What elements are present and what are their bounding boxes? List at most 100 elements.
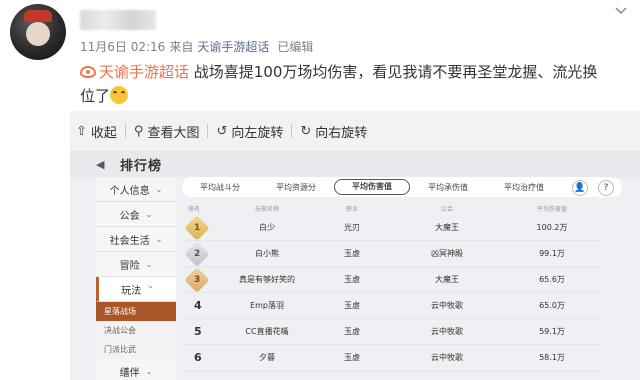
chevron-down-icon: ⌄	[145, 209, 153, 219]
sidebar-item-companion: 缮伴 ⌄	[96, 359, 176, 380]
sidebar-item-label: 缮伴	[119, 367, 140, 379]
sidebar-item-label: 冒险	[119, 260, 140, 272]
player-guild: 凶冥神殿	[431, 249, 463, 258]
rotate-left-label: 向左旋转	[231, 125, 284, 141]
header-damage: 平均伤害值	[536, 205, 567, 213]
leaderboard-title: 排行榜	[120, 159, 163, 174]
post-body-line2: 位了	[80, 87, 111, 105]
collapse-button[interactable]: ⇧ 收起	[76, 122, 117, 141]
player-guild: 大魔王	[435, 223, 459, 232]
player-guild: 云中牧歌	[431, 353, 463, 362]
post-date[interactable]: 11月6日 02:16	[80, 38, 165, 55]
table-row: 4 Emp落羽 玉虚 云中牧歌 65.0万	[182, 293, 602, 319]
sidebar-item-label: 公会	[119, 210, 140, 222]
sidebar-item-label: 社会生活	[109, 235, 150, 247]
player-name: 真是有够好笑的	[239, 275, 295, 284]
search-icon: ⚲	[133, 123, 144, 139]
player-guild: 大魔王	[435, 275, 459, 284]
avatar[interactable]	[10, 4, 66, 60]
sidebar-sub-sect-duel: 门派比武	[96, 340, 176, 359]
divider	[207, 124, 209, 138]
stat-tabs: 平均战斗分 平均资源分 平均伤害值 平均承伤值 平均治疗值	[182, 177, 622, 197]
rank-number: 6	[194, 351, 202, 364]
collapse-label: 收起	[90, 125, 117, 141]
table-row: 2 白小熊 玉虚 凶冥神殿 99.1万	[182, 240, 602, 267]
source-prefix: 来自	[169, 40, 194, 54]
player-job: 玉虚	[344, 353, 360, 362]
game-screenshot[interactable]: ◀︎ 排行榜 个人信息 ⌄ 公会 ⌄ 社会生活 ⌄ 冒险 ⌄ 玩法 ⌃ 星落战场 决战公会…	[70, 151, 640, 380]
player-guild: 云中牧歌	[431, 327, 463, 336]
player-job: 玉虚	[344, 275, 360, 284]
header-rank: 排名	[188, 205, 201, 213]
post-text: 天谕手游超话 战场喜提100万场均伤害，看见我请不要再圣堂龙握、流光换 位了	[80, 60, 620, 108]
arrow-up-icon: ⇧	[76, 123, 87, 139]
divider	[291, 124, 293, 138]
person-icon: 👤	[572, 180, 588, 196]
divider	[124, 124, 126, 138]
player-job: 玉虚	[344, 301, 360, 310]
bronze-medal-icon: 3	[184, 266, 210, 293]
chevron-down-icon: ⌄	[145, 366, 153, 376]
sidebar-item-adventure: 冒险 ⌄	[96, 252, 176, 277]
view-large-button[interactable]: ⚲ 查看大图	[134, 122, 200, 141]
rank-number: 3	[193, 274, 201, 285]
sidebar-item-social: 社会生活 ⌄	[96, 227, 176, 252]
sidebar-item-label: 个人信息	[109, 185, 150, 197]
sidebar-item-label: 玩法	[121, 285, 142, 297]
rotate-right-button[interactable]: ↻ 向右旋转	[300, 122, 367, 141]
gold-medal-icon: 1	[184, 214, 210, 241]
post-body-line1: 战场喜提100万场均伤害，看见我请不要再圣堂龙握、流光换	[193, 63, 598, 81]
player-name: Emp落羽	[250, 301, 284, 310]
rotate-right-icon: ↻	[300, 123, 312, 139]
rank-number: 5	[194, 325, 202, 338]
chevron-down-icon: ⌄	[145, 259, 153, 269]
help-icon: ?	[598, 180, 614, 196]
rank-number: 2	[193, 248, 201, 259]
game-sidebar: 个人信息 ⌄ 公会 ⌄ 社会生活 ⌄ 冒险 ⌄ 玩法 ⌃ 星落战场 决战公会 门派比武 缮…	[96, 177, 176, 380]
chevron-down-icon[interactable]	[614, 4, 628, 18]
player-damage: 65.6万	[539, 275, 565, 284]
tab-avg-heal: 平均治疗值	[504, 182, 544, 192]
sidebar-item-guild: 公会 ⌄	[96, 202, 176, 227]
tab-avg-taken: 平均承伤值	[428, 182, 468, 192]
leaderboard-table: 排名 玩家名称 职业 公会 平均伤害值 1 白少 光刃 大魔王 100.2万 2…	[182, 201, 602, 371]
player-damage: 65.0万	[539, 301, 565, 310]
laugh-emoji-icon	[110, 86, 129, 104]
player-guild: 云中牧歌	[431, 301, 463, 310]
player-name: CC直播花嘴	[245, 327, 289, 336]
sidebar-sub-guild-war: 决战公会	[96, 321, 176, 340]
table-row: 1 白少 光刃 大魔王 100.2万	[182, 214, 602, 241]
rotate-right-label: 向右旋转	[315, 125, 368, 141]
player-name: 白少	[259, 223, 275, 232]
avatar-hat	[24, 10, 52, 22]
table-row: 5 CC直播花嘴 玉虚 云中牧歌 59.1万	[182, 319, 602, 345]
chevron-down-icon: ⌄	[155, 184, 163, 194]
super-topic-icon	[80, 66, 96, 78]
header-name: 玩家名称	[254, 205, 279, 213]
tab-avg-damage: 平均伤害值	[334, 179, 410, 195]
rotate-left-button[interactable]: ↺ 向左旋转	[216, 122, 283, 141]
player-damage: 59.1万	[539, 327, 565, 336]
chevron-down-icon: ⌄	[155, 234, 163, 244]
post-source[interactable]: 天谕手游超话	[197, 38, 269, 55]
post-meta: 11月6日 02:16 来自 天谕手游超话 已编辑	[80, 38, 313, 55]
rank-number: 1	[193, 222, 201, 233]
table-row: 6 夕暮 玉虚 云中牧歌 58.1万	[182, 345, 602, 371]
player-damage: 100.2万	[536, 223, 568, 232]
tab-avg-combat: 平均战斗分	[200, 182, 240, 192]
player-damage: 99.1万	[539, 249, 565, 258]
topic-label: 天谕手游超话	[99, 63, 190, 81]
back-arrow-icon: ◀︎	[96, 158, 105, 171]
chevron-up-icon: ⌃	[147, 284, 154, 294]
image-toolbar: ⇧ 收起 ⚲ 查看大图 ↺ 向左旋转 ↻ 向右旋转	[70, 111, 640, 151]
player-job: 光刃	[344, 223, 360, 232]
username-blurred[interactable]	[80, 10, 156, 30]
topic-link[interactable]: 天谕手游超话	[80, 63, 189, 81]
player-name: 夕暮	[259, 353, 275, 362]
edited-label[interactable]: 已编辑	[277, 38, 313, 55]
header-job: 职业	[345, 205, 358, 213]
tab-avg-resource: 平均资源分	[276, 182, 316, 192]
header-guild: 公会	[440, 205, 453, 213]
view-large-label: 查看大图	[147, 125, 200, 141]
rotate-left-icon: ↺	[216, 123, 228, 139]
